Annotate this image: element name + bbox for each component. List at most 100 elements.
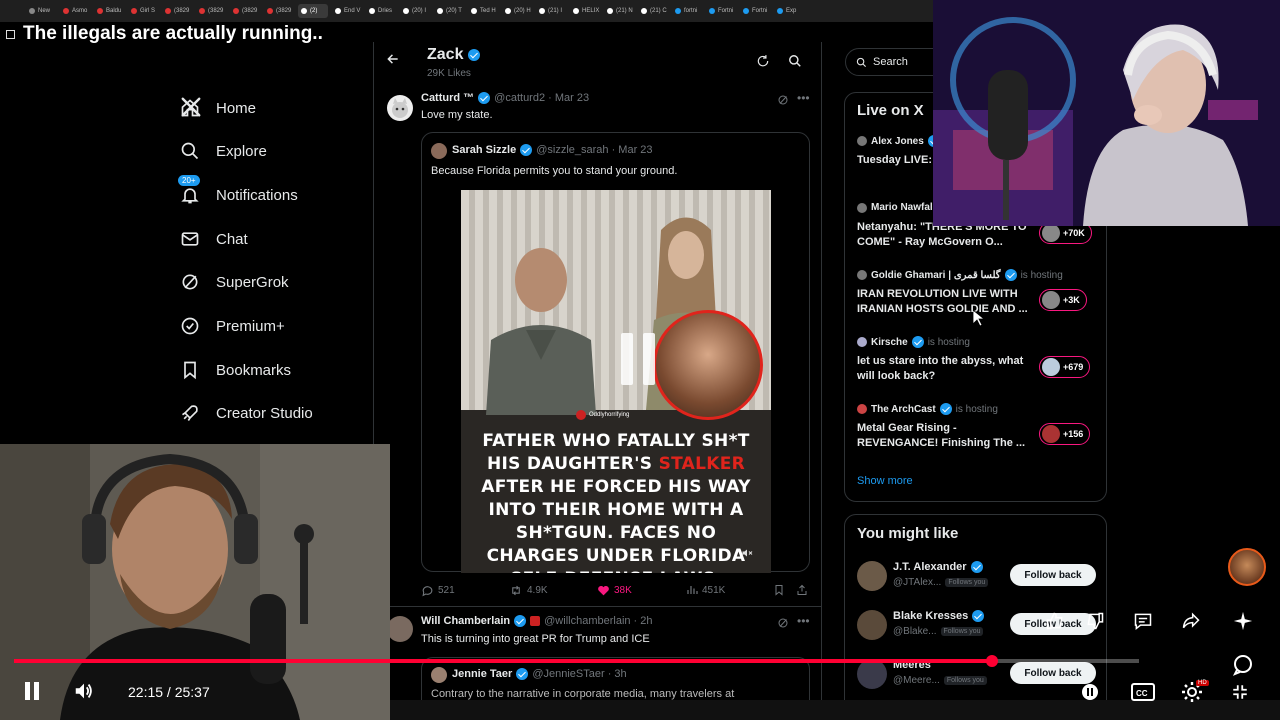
sidebar-item-creator-studio[interactable]: Creator Studio bbox=[178, 398, 313, 428]
browser-tab[interactable]: (3829 bbox=[162, 4, 192, 18]
browser-tab[interactable]: New bbox=[26, 4, 56, 18]
refresh-icon[interactable] bbox=[756, 54, 770, 73]
fullscreen-exit-icon[interactable] bbox=[1228, 680, 1252, 704]
search-icon bbox=[856, 57, 867, 67]
profile-name: Zack bbox=[427, 46, 481, 64]
browser-tab[interactable]: (3829 bbox=[264, 4, 294, 18]
browser-tab[interactable]: (20) T bbox=[434, 4, 464, 18]
sidebar-item-explore[interactable]: Explore bbox=[178, 136, 267, 166]
reply-button[interactable]: 521 bbox=[421, 584, 455, 597]
browser-tab[interactable]: (21) N bbox=[604, 4, 634, 18]
bookmark-button[interactable] bbox=[773, 584, 785, 596]
sidebar-item-home[interactable]: Home bbox=[178, 93, 256, 123]
video-progress-bar[interactable] bbox=[14, 655, 1139, 667]
browser-tab[interactable]: Girl S bbox=[128, 4, 158, 18]
live-item[interactable]: Kirsche is hosting let us stare into the… bbox=[857, 336, 1097, 396]
tab-favicon-icon bbox=[267, 8, 273, 14]
grok-icon[interactable] bbox=[777, 616, 789, 634]
caption-part: AFTER HE FORCED HIS WAY INTO THEIR HOME … bbox=[481, 477, 751, 573]
sidebar-item-notifications[interactable]: 20+ Notifications bbox=[178, 175, 298, 210]
back-arrow-icon[interactable] bbox=[386, 52, 400, 71]
quoted-tweet[interactable]: Sarah Sizzle @sizzle_sarah · Mar 23 Beca… bbox=[421, 132, 810, 573]
tab-label: Baldu bbox=[106, 8, 122, 14]
views-button[interactable]: 451K bbox=[686, 584, 725, 596]
tweet-author-name[interactable]: Will Chamberlain bbox=[421, 615, 510, 627]
sidebar-item-bookmarks[interactable]: Bookmarks bbox=[178, 355, 291, 385]
captions-icon[interactable]: CC bbox=[1130, 680, 1156, 704]
search-icon[interactable] bbox=[788, 54, 802, 73]
tweet-author-handle[interactable]: @willchamberlain · 2h bbox=[544, 615, 652, 627]
account-name: J.T. Alexander bbox=[893, 561, 983, 573]
verified-badge-icon bbox=[970, 561, 983, 573]
live-item[interactable]: The ArchCast is hosting Metal Gear Risin… bbox=[857, 403, 1097, 463]
avatar[interactable] bbox=[387, 616, 413, 642]
tab-label: (3829 bbox=[242, 8, 258, 14]
verified-badge-icon bbox=[911, 336, 924, 348]
more-options-icon[interactable]: ••• bbox=[797, 614, 810, 628]
browser-tab[interactable]: Fortni bbox=[706, 4, 736, 18]
remix-icon[interactable] bbox=[1228, 606, 1258, 636]
repost-button[interactable]: 4.9K bbox=[509, 584, 548, 597]
live-host: Goldie Ghamari | گلسا قمری is hosting bbox=[857, 269, 1097, 281]
browser-tab[interactable]: (21) I bbox=[536, 4, 566, 18]
tweet-author-handle[interactable]: @catturd2 · Mar 23 bbox=[494, 92, 589, 104]
settings-gear-icon[interactable]: HD bbox=[1178, 678, 1209, 706]
avatar[interactable] bbox=[387, 95, 413, 121]
quoted-tweet-text: Because Florida permits you to stand you… bbox=[431, 165, 678, 177]
tab-label: (20) I bbox=[412, 8, 427, 14]
browser-tab[interactable]: HELIX bbox=[570, 4, 600, 18]
bookmark-icon bbox=[178, 358, 202, 382]
suggested-account[interactable]: J.T. Alexander @JTAlex... Follows you Fol… bbox=[857, 559, 1097, 597]
follows-you-badge: Follows you bbox=[940, 627, 984, 636]
browser-tab[interactable]: Exp bbox=[774, 4, 804, 18]
tab-favicon-icon bbox=[437, 8, 443, 14]
browser-tab[interactable]: (20) H bbox=[502, 4, 532, 18]
browser-tab[interactable]: (3829 bbox=[230, 4, 260, 18]
browser-tab[interactable]: Ted H bbox=[468, 4, 498, 18]
tab-label: (21) N bbox=[616, 8, 633, 14]
like-thumb-icon[interactable] bbox=[1042, 608, 1068, 634]
grok-icon[interactable] bbox=[777, 93, 789, 111]
show-more-link[interactable]: Show more bbox=[857, 475, 913, 487]
chat-bubble-icon[interactable] bbox=[1228, 650, 1258, 680]
pause-button[interactable] bbox=[20, 678, 44, 704]
volume-icon[interactable] bbox=[70, 678, 98, 704]
tab-label: End V bbox=[344, 8, 361, 14]
video-progress-fill bbox=[14, 659, 992, 663]
tweet-video[interactable]: Oddlyhorrifying FATHER WHO FATALLY SH*T … bbox=[461, 190, 771, 573]
browser-tab[interactable]: Fortni bbox=[740, 4, 770, 18]
browser-tab[interactable]: (2) bbox=[298, 4, 328, 18]
browser-tab[interactable]: (21) C bbox=[638, 4, 668, 18]
sidebar-item-premium[interactable]: Premium+ bbox=[178, 311, 285, 341]
tweet-author-name[interactable]: Catturd ™ bbox=[421, 92, 474, 104]
video-pause-overlay-icon[interactable] bbox=[621, 333, 659, 385]
browser-tab[interactable]: Asmo bbox=[60, 4, 90, 18]
account-name-text: Blake Kresses bbox=[893, 610, 969, 622]
tab-favicon-icon bbox=[131, 8, 137, 14]
more-options-icon[interactable]: ••• bbox=[797, 91, 810, 105]
browser-tab[interactable]: End V bbox=[332, 4, 362, 18]
autoplay-toggle-icon[interactable] bbox=[1078, 680, 1102, 704]
browser-tab[interactable]: (3829 bbox=[196, 4, 226, 18]
browser-tab[interactable]: fortni bbox=[672, 4, 702, 18]
mute-icon[interactable] bbox=[741, 547, 753, 562]
tab-favicon-icon bbox=[607, 8, 613, 14]
sidebar-item-supergrok[interactable]: SuperGrok bbox=[178, 267, 289, 297]
share-button[interactable] bbox=[796, 584, 808, 596]
tab-favicon-icon bbox=[165, 8, 171, 14]
sidebar-item-label: Creator Studio bbox=[216, 404, 313, 422]
dislike-thumb-icon[interactable] bbox=[1082, 608, 1108, 634]
browser-tab[interactable]: (20) I bbox=[400, 4, 430, 18]
follow-back-button[interactable]: Follow back bbox=[1010, 564, 1096, 586]
sidebar-item-label: Notifications bbox=[216, 186, 298, 204]
pause-bar bbox=[643, 333, 655, 385]
browser-tab[interactable]: Dries bbox=[366, 4, 396, 18]
browser-tab[interactable]: Baldu bbox=[94, 4, 124, 18]
sidebar-item-chat[interactable]: Chat bbox=[178, 224, 248, 254]
quoted-author-name: Sarah Sizzle bbox=[452, 144, 517, 156]
tab-favicon-icon bbox=[777, 8, 783, 14]
like-button[interactable]: 38K bbox=[597, 584, 632, 597]
share-arrow-icon[interactable] bbox=[1178, 608, 1204, 634]
comment-icon[interactable] bbox=[1130, 608, 1156, 634]
channel-avatar[interactable] bbox=[1228, 548, 1266, 586]
